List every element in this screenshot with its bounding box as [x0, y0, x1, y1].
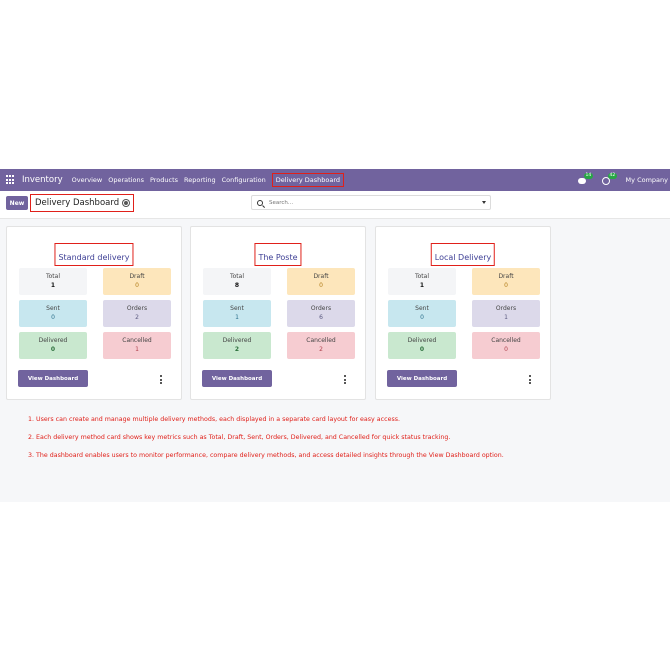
- tile-draft[interactable]: Draft 0: [103, 268, 171, 295]
- kebab-menu-icon[interactable]: [160, 375, 163, 384]
- tile-label: Cancelled: [306, 337, 336, 344]
- tile-delivered[interactable]: Delivered 2: [203, 332, 271, 359]
- menu-delivery-dashboard[interactable]: Delivery Dashboard: [271, 173, 345, 187]
- tile-value: 0: [135, 282, 139, 289]
- tile-value: 0: [319, 282, 323, 289]
- tile-delivered[interactable]: Delivered 0: [388, 332, 456, 359]
- tile-sent[interactable]: Sent 0: [388, 300, 456, 327]
- tile-value: 2: [234, 346, 240, 353]
- top-navbar: Inventory Overview Operations Products R…: [0, 169, 670, 191]
- tile-label: Delivered: [38, 337, 68, 344]
- card-title[interactable]: The Poste: [258, 253, 297, 262]
- apps-grid-icon[interactable]: [6, 175, 16, 185]
- tile-label: Cancelled: [491, 337, 521, 344]
- view-dashboard-button[interactable]: View Dashboard: [202, 370, 272, 387]
- tile-draft[interactable]: Draft 0: [287, 268, 355, 295]
- tile-value: 1: [504, 314, 508, 321]
- menu-reporting[interactable]: Reporting: [184, 176, 216, 184]
- breadcrumb: Delivery Dashboard: [30, 194, 135, 212]
- tile-label: Orders: [126, 305, 148, 312]
- tile-label: Orders: [495, 305, 517, 312]
- tile-value: 1: [419, 282, 425, 289]
- menu-products[interactable]: Products: [150, 176, 178, 184]
- search-input[interactable]: [269, 199, 469, 206]
- messages-button[interactable]: 14: [577, 172, 594, 185]
- tile-label: Orders: [310, 305, 332, 312]
- view-dashboard-button[interactable]: View Dashboard: [18, 370, 88, 387]
- tile-label: Draft: [129, 273, 145, 280]
- tile-value: 1: [135, 346, 139, 353]
- tile-label: Delivered: [407, 337, 437, 344]
- page-title: Delivery Dashboard: [35, 198, 120, 208]
- menu-overview[interactable]: Overview: [72, 176, 103, 184]
- delivery-card: The Poste Total 8 Draft 0 Sent 1 Orders 6 De…: [190, 226, 366, 400]
- tile-sent[interactable]: Sent 1: [203, 300, 271, 327]
- tile-value: 8: [234, 282, 240, 289]
- new-button[interactable]: New: [6, 196, 28, 210]
- menu-configuration[interactable]: Configuration: [222, 176, 266, 184]
- tile-label: Sent: [415, 305, 429, 312]
- tile-total[interactable]: Total 1: [388, 268, 456, 295]
- kebab-menu-icon[interactable]: [529, 375, 532, 384]
- tile-orders[interactable]: Orders 2: [103, 300, 171, 327]
- tile-cancelled[interactable]: Cancelled 1: [103, 332, 171, 359]
- search-icon: [257, 199, 263, 206]
- tile-label: Total: [229, 273, 244, 280]
- card-title-box: Standard delivery: [54, 243, 134, 266]
- tile-value: 0: [504, 282, 508, 289]
- tile-label: Cancelled: [122, 337, 152, 344]
- tile-value: 0: [420, 314, 424, 321]
- card-title-box: Local Delivery: [430, 243, 496, 266]
- company-switcher[interactable]: My Company: [626, 176, 668, 184]
- tile-sent[interactable]: Sent 0: [19, 300, 87, 327]
- kebab-menu-icon[interactable]: [344, 375, 347, 384]
- delivery-card: Standard delivery Total 1 Draft 0 Sent 0 Or…: [6, 226, 182, 400]
- tile-cancelled[interactable]: Cancelled 0: [472, 332, 540, 359]
- tile-value: 6: [319, 314, 323, 321]
- menu-operations[interactable]: Operations: [108, 176, 144, 184]
- activities-badge: 42: [607, 172, 618, 179]
- tile-draft[interactable]: Draft 0: [472, 268, 540, 295]
- tile-cancelled[interactable]: Cancelled 2: [287, 332, 355, 359]
- tile-label: Draft: [498, 273, 514, 280]
- tile-value: 0: [419, 346, 425, 353]
- tile-label: Draft: [313, 273, 329, 280]
- annotation-note-3: 3. The dashboard enables users to monito…: [28, 452, 504, 459]
- delivery-card: Local Delivery Total 1 Draft 0 Sent 0 Order…: [375, 226, 551, 400]
- tile-value: 1: [50, 282, 56, 289]
- tile-total[interactable]: Total 1: [19, 268, 87, 295]
- control-panel: New Delivery Dashboard: [0, 191, 670, 219]
- tile-label: Sent: [230, 305, 244, 312]
- search-bar: [251, 195, 491, 210]
- tile-orders[interactable]: Orders 6: [287, 300, 355, 327]
- tile-value: 1: [235, 314, 239, 321]
- card-title-box: The Poste: [254, 243, 302, 266]
- tile-label: Total: [414, 273, 429, 280]
- activities-button[interactable]: 42: [601, 172, 618, 185]
- tile-value: 0: [51, 314, 55, 321]
- annotation-note-2: 2. Each delivery method card shows key m…: [28, 434, 451, 441]
- chevron-down-icon[interactable]: [482, 201, 486, 204]
- tile-label: Sent: [46, 305, 60, 312]
- navbar-right: 14 42 My Company: [577, 169, 670, 191]
- messages-badge: 14: [583, 172, 594, 179]
- tile-label: Delivered: [222, 337, 252, 344]
- view-dashboard-button[interactable]: View Dashboard: [387, 370, 457, 387]
- card-title[interactable]: Standard delivery: [58, 253, 129, 262]
- tile-value: 2: [135, 314, 139, 321]
- app-brand[interactable]: Inventory: [22, 175, 63, 185]
- card-title[interactable]: Local Delivery: [435, 253, 491, 262]
- annotation-note-1: 1. Users can create and manage multiple …: [28, 416, 401, 423]
- tile-total[interactable]: Total 8: [203, 268, 271, 295]
- tile-orders[interactable]: Orders 1: [472, 300, 540, 327]
- tile-delivered[interactable]: Delivered 0: [19, 332, 87, 359]
- tile-value: 0: [504, 346, 508, 353]
- gear-icon[interactable]: [123, 200, 130, 206]
- app-window: Inventory Overview Operations Products R…: [0, 169, 670, 502]
- tile-label: Total: [45, 273, 60, 280]
- tile-value: 2: [319, 346, 323, 353]
- tile-value: 0: [50, 346, 56, 353]
